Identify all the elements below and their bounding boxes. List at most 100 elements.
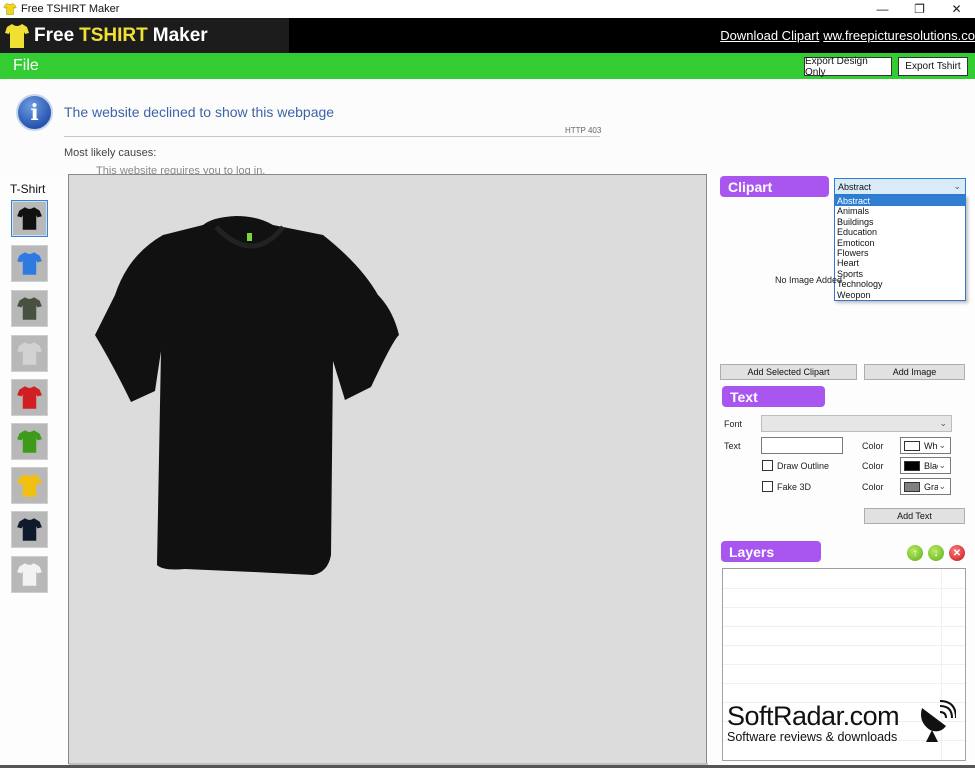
- fake3d-color-value: Gray: [924, 481, 938, 492]
- draw-outline-checkbox[interactable]: [762, 460, 773, 471]
- close-button[interactable]: ✕: [938, 0, 975, 18]
- text-section-header: Text: [722, 386, 825, 407]
- chevron-down-icon: ⌄: [938, 460, 946, 470]
- error-code: HTTP 403: [565, 126, 602, 135]
- tshirt-icon: [17, 518, 42, 541]
- error-cause-item: This website requires you to log in.: [96, 165, 266, 174]
- watermark-title: SoftRadar.com: [727, 701, 900, 731]
- add-image-button[interactable]: Add Image: [864, 364, 965, 380]
- download-clipart-link[interactable]: Download Clipart: [720, 28, 819, 43]
- menu-file[interactable]: File: [13, 57, 39, 75]
- logo-text-tshirt: TSHIRT: [79, 24, 148, 46]
- clipart-dropdown-list: Abstract Animals Buildings Education Emotico…: [834, 195, 966, 301]
- clipart-option-sports[interactable]: Sports: [835, 269, 965, 279]
- add-text-button[interactable]: Add Text: [864, 508, 965, 524]
- tshirt-body: [95, 216, 399, 575]
- fake-3d-label: Fake 3D: [777, 482, 812, 492]
- text-color-value: White: [924, 440, 938, 451]
- tshirt-swatch-black[interactable]: [11, 200, 48, 237]
- tshirt-swatch-dark-gray[interactable]: [11, 290, 48, 327]
- draw-outline-label: Draw Outline: [777, 461, 830, 471]
- clipart-dropdown-value: Abstract: [838, 181, 872, 192]
- logo-text-maker: Maker: [152, 24, 208, 46]
- minimize-button[interactable]: —: [864, 0, 901, 18]
- tshirt-icon: [17, 474, 42, 497]
- layers-grid-line: [723, 645, 965, 646]
- fake3d-color-dropdown[interactable]: Gray ⌄: [900, 478, 951, 495]
- layers-grid-line: [723, 626, 965, 627]
- design-canvas[interactable]: [68, 174, 708, 767]
- window-titlebar: Free TSHIRT Maker — ❐ ✕: [0, 0, 975, 18]
- tshirt-list-label: T-Shirt: [10, 182, 46, 196]
- font-dropdown[interactable]: ⌄: [761, 415, 952, 432]
- tshirt-swatch-light-gray[interactable]: [11, 335, 48, 372]
- clipart-option-animals[interactable]: Animals: [835, 206, 965, 216]
- app-window: Free TSHIRT Maker — ❐ ✕ Free TSHIRT Make…: [0, 0, 975, 768]
- clipart-option-heart[interactable]: Heart: [835, 258, 965, 268]
- text-color-dropdown[interactable]: White ⌄: [900, 437, 951, 454]
- move-layer-down-icon[interactable]: ↓: [928, 545, 944, 561]
- tshirt-swatch-white[interactable]: [11, 556, 48, 593]
- layers-grid-line: [723, 607, 965, 608]
- clipart-option-emoticon[interactable]: Emoticon: [835, 238, 965, 248]
- add-selected-clipart-button[interactable]: Add Selected Clipart: [720, 364, 857, 380]
- tshirt-swatch-yellow[interactable]: [11, 467, 48, 504]
- layers-grid-line: [723, 664, 965, 665]
- tshirt-icon: [17, 252, 42, 275]
- font-label: Font: [724, 419, 743, 429]
- chevron-down-icon: ⌄: [938, 481, 946, 491]
- fake3d-color-label: Color: [862, 482, 884, 492]
- clipart-section-header: Clipart: [720, 176, 829, 197]
- maximize-button[interactable]: ❐: [901, 0, 938, 18]
- chevron-down-icon: ⌄: [953, 181, 961, 191]
- tshirt-logo-icon: [5, 23, 29, 48]
- tshirt-app-icon: [3, 3, 17, 15]
- text-color-label: Color: [862, 441, 884, 451]
- tshirt-swatch-green[interactable]: [11, 423, 48, 460]
- tshirt-tag: [247, 233, 252, 241]
- error-divider: [64, 136, 600, 137]
- outline-color-dropdown[interactable]: Black ⌄: [900, 457, 951, 474]
- satellite-dish-icon: [921, 700, 956, 742]
- softradar-watermark: SoftRadar.com Software reviews & downloa…: [727, 701, 900, 744]
- chevron-down-icon: ⌄: [939, 418, 947, 428]
- window-title: Free TSHIRT Maker: [21, 3, 120, 15]
- clipart-option-buildings[interactable]: Buildings: [835, 217, 965, 227]
- tshirt-icon: [17, 297, 42, 320]
- outline-color-label: Color: [862, 461, 884, 471]
- color-swatch: [904, 460, 920, 471]
- tshirt-icon: [17, 386, 42, 409]
- clipart-category-dropdown[interactable]: Abstract ⌄: [834, 178, 966, 195]
- clipart-option-education[interactable]: Education: [835, 227, 965, 237]
- watermark-subtitle: Software reviews & downloads: [727, 730, 898, 744]
- tshirt-icon: [17, 342, 42, 365]
- app-logo: Free TSHIRT Maker: [0, 18, 289, 53]
- tshirt-preview: [95, 216, 399, 575]
- move-layer-up-icon[interactable]: ↑: [907, 545, 923, 561]
- clipart-option-technology[interactable]: Technology: [835, 279, 965, 289]
- outline-color-value: Black: [924, 460, 938, 471]
- tshirt-icon: [17, 207, 42, 230]
- clipart-option-abstract[interactable]: Abstract: [835, 196, 965, 207]
- color-swatch: [904, 481, 920, 492]
- tshirt-icon: [17, 430, 42, 453]
- text-input[interactable]: [761, 437, 843, 454]
- layers-grid-line: [723, 683, 965, 684]
- delete-layer-icon[interactable]: ✕: [949, 545, 965, 561]
- website-link[interactable]: ww.freepicturesolutions.co: [823, 28, 975, 43]
- tshirt-icon: [17, 563, 42, 586]
- logo-text-free: Free: [34, 24, 75, 46]
- chevron-down-icon: ⌄: [938, 440, 946, 450]
- clipart-option-weopon[interactable]: Weopon: [835, 290, 965, 300]
- tshirt-swatch-navy[interactable]: [11, 511, 48, 548]
- fake-3d-checkbox[interactable]: [762, 481, 773, 492]
- info-icon: i: [16, 94, 53, 131]
- layers-grid-line: [723, 588, 965, 589]
- banner-links: Download Clipart ww.freepicturesolutions.…: [720, 28, 975, 43]
- export-tshirt-button[interactable]: Export Tshirt: [898, 57, 968, 76]
- tshirt-swatch-red[interactable]: [11, 379, 48, 416]
- tshirt-swatch-blue[interactable]: [11, 245, 48, 282]
- clipart-option-flowers[interactable]: Flowers: [835, 248, 965, 258]
- color-swatch: [904, 440, 920, 451]
- export-design-button[interactable]: Export Design Only: [804, 56, 892, 78]
